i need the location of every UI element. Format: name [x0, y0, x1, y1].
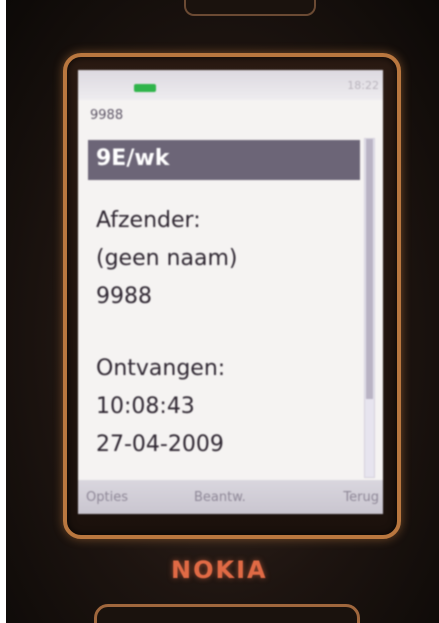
received-date: 27-04-2009: [96, 432, 224, 457]
sender-name: (geen naam): [96, 246, 238, 271]
status-bar: 18:22: [78, 70, 383, 100]
status-clock: 18:22: [347, 79, 379, 92]
phone-screen: 18:22 9988 9E/wk Afzender: (geen naam) 9…: [78, 70, 383, 514]
received-time: 10:08:43: [96, 394, 195, 419]
sender-number: 9988: [96, 284, 152, 309]
earpiece-housing: [184, 0, 316, 16]
softkey-reply[interactable]: Beantw.: [194, 490, 246, 505]
softkey-back[interactable]: Terug: [343, 490, 379, 505]
message-header-text: 9E/wk: [96, 146, 170, 171]
scrollbar-thumb[interactable]: [366, 139, 373, 399]
received-label: Ontvangen:: [96, 356, 226, 381]
keypad-housing: [94, 604, 360, 623]
softkey-options[interactable]: Opties: [86, 490, 128, 505]
message-sender-code: 9988: [90, 108, 124, 123]
sender-label: Afzender:: [96, 208, 201, 233]
message-header: 9E/wk: [88, 140, 360, 180]
phone-photo: 18:22 9988 9E/wk Afzender: (geen naam) 9…: [6, 0, 439, 623]
brand-logo: NOKIA: [171, 556, 268, 584]
signal-bar-icon: [134, 84, 156, 92]
softkey-bar: Opties Beantw. Terug: [78, 480, 383, 514]
scrollbar[interactable]: [364, 138, 375, 478]
message-details: Afzender: (geen naam) 9988 Ontvangen: 10…: [96, 202, 351, 464]
